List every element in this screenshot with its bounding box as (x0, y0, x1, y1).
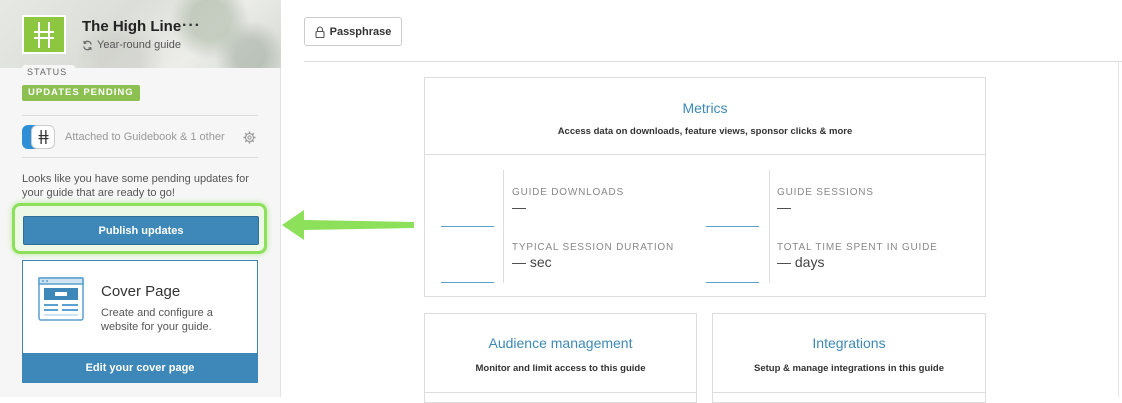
divider (713, 392, 985, 393)
divider (1118, 61, 1119, 397)
passphrase-label: Passphrase (329, 25, 392, 38)
divider (503, 170, 504, 283)
divider (425, 392, 696, 393)
guide-subtitle-text: Year-round guide (97, 39, 181, 51)
sidebar: The High Line ··· Year-round guide STATU… (0, 0, 281, 397)
guide-title: The High Line (82, 18, 182, 35)
metrics-title[interactable]: Metrics (425, 100, 985, 116)
duration-sparkline (441, 282, 494, 283)
attached-app-logos (22, 125, 58, 149)
attached-row: Attached to Guidebook & 1 other (22, 125, 258, 149)
cover-page-title: Cover Page (101, 283, 181, 300)
more-options-icon[interactable]: ··· (182, 17, 201, 35)
publish-updates-button[interactable]: Publish updates (23, 216, 259, 245)
metric-label: TYPICAL SESSION DURATION (512, 242, 675, 253)
audience-title[interactable]: Audience management (425, 335, 696, 351)
downloads-sparkline (441, 226, 494, 227)
edit-cover-page-button[interactable]: Edit your cover page (22, 353, 258, 383)
publish-highlight: Publish updates (12, 203, 267, 254)
divider (425, 154, 985, 155)
guide-logo[interactable] (22, 15, 66, 54)
integrations-subtitle: Setup & manage integrations in this guid… (753, 363, 945, 374)
metric-label: GUIDE DOWNLOADS (512, 187, 625, 198)
integrations-card[interactable]: Integrations Setup & manage integrations… (712, 313, 986, 403)
audience-management-card[interactable]: Audience management Monitor and limit ac… (424, 313, 697, 403)
guide-subtitle: Year-round guide (82, 39, 181, 51)
divider (22, 115, 258, 116)
gear-icon[interactable] (243, 131, 256, 144)
metric-value: — days (777, 254, 825, 270)
metrics-card[interactable]: Metrics Access data on downloads, featur… (424, 77, 986, 297)
metric-value: — sec (512, 254, 552, 270)
refresh-icon (83, 40, 92, 50)
metric-value: — (777, 199, 791, 215)
divider (304, 61, 1122, 62)
metrics-subtitle: Access data on downloads, feature views,… (557, 126, 853, 137)
annotation-arrow-icon (282, 210, 414, 240)
status-label: STATUS (22, 65, 75, 79)
time-spent-sparkline (706, 282, 759, 283)
cover-page-description: Create and configure a website for your … (101, 307, 213, 333)
high-line-logo-icon (34, 21, 54, 48)
cover-page-card: Cover Page Create and configure a websit… (22, 260, 258, 383)
metric-label: TOTAL TIME SPENT IN GUIDE (777, 242, 938, 253)
attached-text: Attached to Guidebook & 1 other (65, 131, 225, 143)
divider (22, 157, 258, 158)
status-badge: UPDATES PENDING (22, 85, 140, 101)
lock-icon (315, 25, 325, 38)
integrations-title[interactable]: Integrations (713, 335, 985, 351)
pending-updates-message: Looks like you have some pending updates… (22, 173, 249, 199)
sessions-sparkline (706, 226, 759, 227)
passphrase-button[interactable]: Passphrase (304, 17, 402, 46)
divider (769, 170, 770, 283)
website-icon (38, 277, 84, 321)
audience-subtitle: Monitor and limit access to this guide (475, 363, 646, 374)
high-line-mini-logo-icon (31, 125, 55, 149)
metric-value: — (512, 199, 526, 215)
metric-label: GUIDE SESSIONS (777, 187, 874, 198)
